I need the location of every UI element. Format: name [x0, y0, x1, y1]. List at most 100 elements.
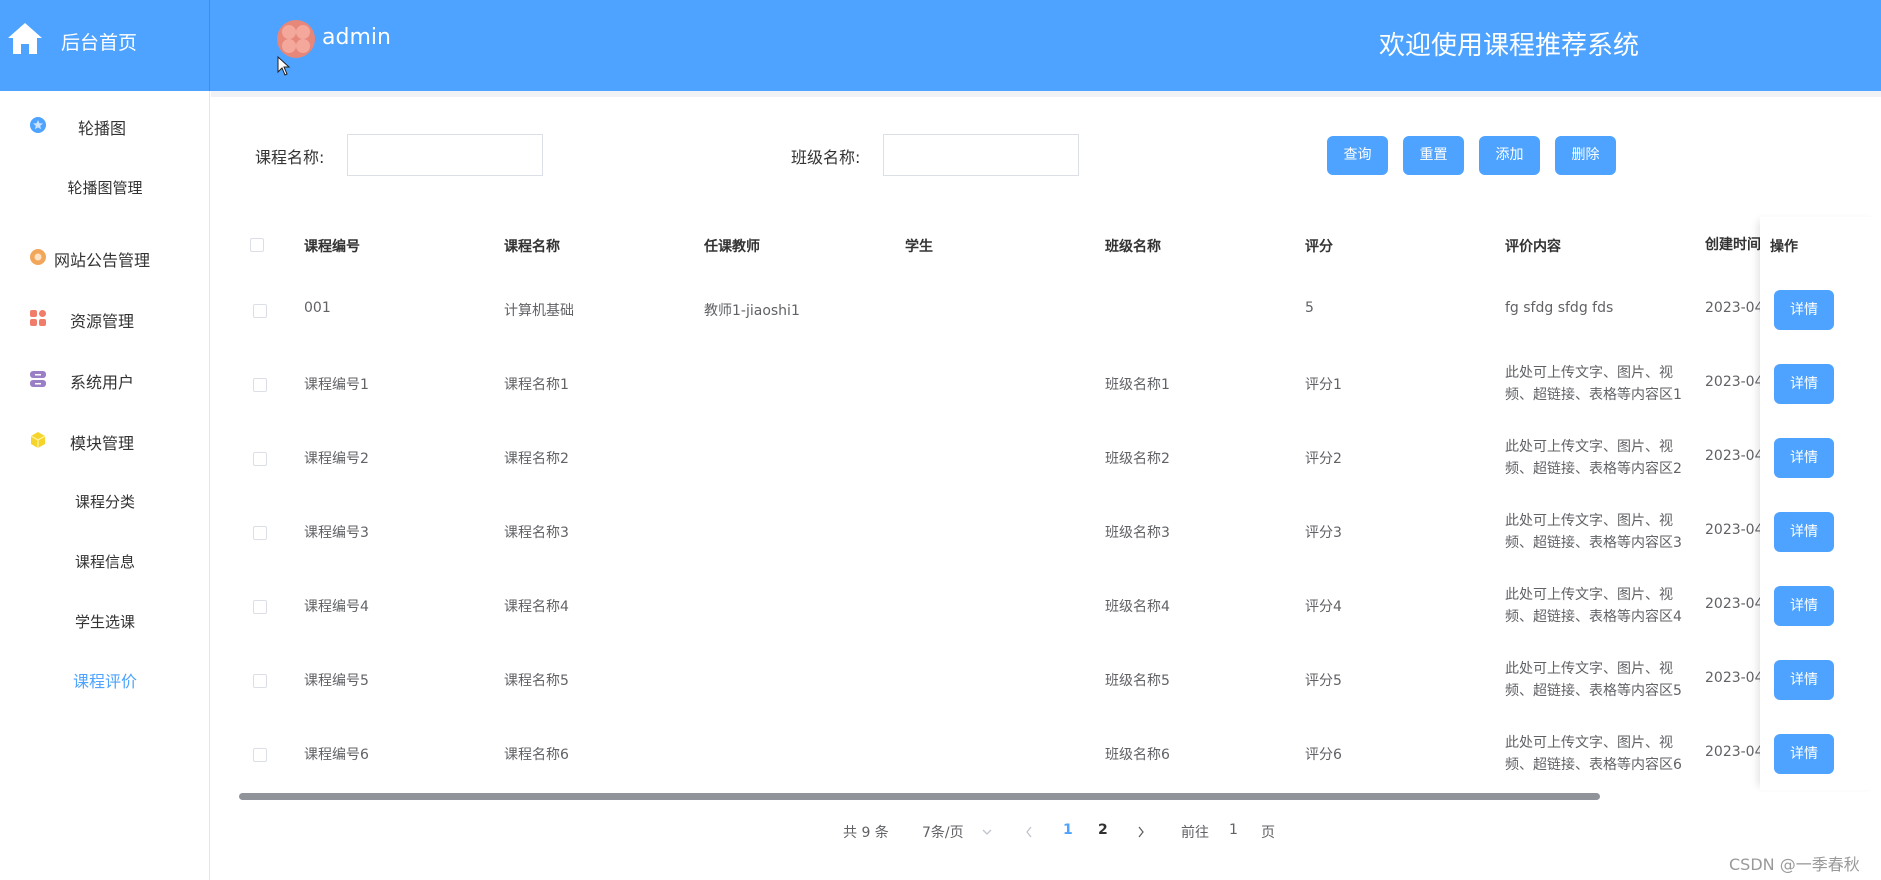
table-cell: 教师1-jiaoshi1: [704, 303, 800, 319]
table-cell: 此处可上传文字、图片、视频、超链接、表格等内容区6: [1505, 735, 1682, 773]
table-row: 课程编号3 课程名称3 班级名称3 评分3 此处可上传文字、图片、视频、超链接、表格等内…: [240, 496, 1760, 570]
sidebar-item-module[interactable]: 模块管理: [0, 420, 210, 460]
table-cell: 5: [1305, 300, 1314, 316]
table-cell: 课程名称6: [504, 747, 569, 763]
table-cell: 2023-04: [1705, 300, 1760, 316]
table-cell: fg sfdg sfdg fds: [1505, 300, 1614, 316]
table-cell: 评分2: [1305, 451, 1342, 467]
detail-button[interactable]: 详情: [1774, 290, 1834, 330]
sidebar-item-label: 资源管理: [70, 312, 135, 331]
table-cell: 课程编号1: [304, 377, 369, 393]
table-cell: 班级名称2: [1105, 451, 1170, 467]
user-name[interactable]: admin: [322, 25, 391, 50]
row-checkbox[interactable]: [253, 748, 267, 762]
table-cell: 课程编号6: [304, 747, 369, 763]
total-count: 共 9 条: [843, 825, 889, 841]
top-header: 后台首页 admin 欢迎使用课程推荐系统: [0, 0, 1881, 91]
detail-button[interactable]: 详情: [1774, 512, 1834, 552]
grid-icon: [30, 310, 46, 326]
delete-button[interactable]: 删除: [1555, 136, 1616, 175]
table-cell: 此处可上传文字、图片、视频、超链接、表格等内容区5: [1505, 661, 1682, 699]
star-badge-icon: [30, 117, 46, 133]
table-cell: 班级名称5: [1105, 673, 1170, 689]
detail-button[interactable]: 详情: [1774, 364, 1834, 404]
sidebar-item-resource[interactable]: 资源管理: [0, 298, 210, 338]
detail-button[interactable]: 详情: [1774, 734, 1834, 774]
table-cell: 课程编号4: [304, 599, 369, 615]
column-header: 任课教师: [704, 239, 760, 255]
table-row: 课程编号2 课程名称2 班级名称2 评分2 此处可上传文字、图片、视频、超链接、表格等内…: [240, 422, 1760, 496]
table-cell: 2023-04: [1705, 522, 1760, 538]
query-button[interactable]: 查询: [1327, 136, 1388, 175]
chevron-down-icon[interactable]: [982, 828, 992, 836]
table-cell: 课程名称3: [504, 525, 569, 541]
reset-button[interactable]: 重置: [1403, 136, 1464, 175]
sidebar-sub-course-evaluate[interactable]: 课程评价: [0, 662, 210, 702]
mouse-cursor-icon: [277, 56, 291, 76]
prev-page-icon[interactable]: [1025, 826, 1033, 838]
sidebar-sub-carousel-manage[interactable]: 轮播图管理: [0, 168, 210, 208]
sidebar-item-label: 轮播图: [78, 119, 127, 138]
add-button[interactable]: 添加: [1479, 136, 1540, 175]
table-cell: 2023-04: [1705, 744, 1760, 760]
table-row: 课程编号1 课程名称1 班级名称1 评分1 此处可上传文字、图片、视频、超链接、表格等内…: [240, 348, 1760, 422]
column-header: 评分: [1305, 239, 1333, 255]
column-header: 评价内容: [1505, 239, 1561, 255]
table-cell: 2023-04: [1705, 448, 1760, 464]
goto-page-input[interactable]: 1: [1229, 822, 1238, 838]
table-cell: 班级名称6: [1105, 747, 1170, 763]
home-label: 后台首页: [61, 32, 138, 54]
class-name-input[interactable]: [883, 134, 1079, 176]
table-cell: 001: [304, 300, 331, 316]
home-link[interactable]: 后台首页: [0, 0, 210, 91]
table-cell: 课程编号3: [304, 525, 369, 541]
table-cell: 2023-04: [1705, 670, 1760, 686]
table-cell: 课程编号5: [304, 673, 369, 689]
row-checkbox[interactable]: [253, 674, 267, 688]
row-checkbox[interactable]: [253, 378, 267, 392]
table-cell: 2023-04: [1705, 374, 1760, 390]
row-checkbox[interactable]: [253, 526, 267, 540]
table-cell: 课程名称1: [504, 377, 569, 393]
goto-suffix: 页: [1261, 825, 1275, 841]
detail-button[interactable]: 详情: [1774, 586, 1834, 626]
table-row: 课程编号5 课程名称5 班级名称5 评分5 此处可上传文字、图片、视频、超链接、表格等内…: [240, 644, 1760, 718]
column-header: 学生: [905, 239, 933, 255]
sidebar-item-carousel[interactable]: 轮播图: [0, 105, 210, 145]
detail-button[interactable]: 详情: [1774, 438, 1834, 478]
table-cell: 课程名称5: [504, 673, 569, 689]
table-row: 课程编号6 课程名称6 班级名称6 评分6 此处可上传文字、图片、视频、超链接、表格等内…: [240, 718, 1760, 792]
course-name-input[interactable]: [347, 134, 543, 176]
table-cell: 此处可上传文字、图片、视频、超链接、表格等内容区4: [1505, 587, 1682, 625]
horizontal-scrollbar[interactable]: [239, 793, 1600, 800]
sidebar-sub-course-select[interactable]: 学生选课: [0, 602, 210, 642]
page-number-2[interactable]: 2: [1098, 822, 1108, 838]
sidebar-sub-course-info[interactable]: 课程信息: [0, 542, 210, 582]
column-header: 创建时间: [1705, 237, 1760, 253]
page-size-select[interactable]: 7条/页: [922, 822, 964, 842]
goto-prefix: 前往: [1181, 825, 1209, 841]
detail-button[interactable]: 详情: [1774, 660, 1834, 700]
sidebar-item-announcement[interactable]: 网站公告管理: [0, 237, 210, 277]
next-page-icon[interactable]: [1137, 826, 1145, 838]
page-number-1[interactable]: 1: [1063, 822, 1073, 838]
column-header: 课程编号: [304, 239, 360, 255]
avatar[interactable]: [277, 20, 315, 58]
table-cell: 课程编号2: [304, 451, 369, 467]
table-row: 课程编号4 课程名称4 班级名称4 评分4 此处可上传文字、图片、视频、超链接、表格等内…: [240, 570, 1760, 644]
row-checkbox[interactable]: [253, 304, 267, 318]
watermark: CSDN @一季春秋: [1729, 855, 1860, 874]
column-header: 课程名称: [504, 239, 560, 255]
course-name-label: 课程名称:: [255, 148, 325, 167]
row-checkbox[interactable]: [253, 600, 267, 614]
sidebar-item-system-user[interactable]: 系统用户: [0, 359, 210, 399]
select-all-checkbox[interactable]: [250, 238, 264, 252]
sidebar-item-label: 网站公告管理: [54, 251, 151, 270]
row-checkbox[interactable]: [253, 452, 267, 466]
table-cell: 评分1: [1305, 377, 1342, 393]
sidebar-sub-course-category[interactable]: 课程分类: [0, 482, 210, 522]
table-cell: 评分4: [1305, 599, 1342, 615]
table-header: 课程编号 课程名称 任课教师 学生 班级名称 评分 评价内容 创建时间: [240, 225, 1881, 265]
table-cell: 此处可上传文字、图片、视频、超链接、表格等内容区1: [1505, 365, 1682, 403]
table-row: 001 计算机基础 教师1-jiaoshi1 5 fg sfdg sfdg fds 202…: [240, 274, 1760, 348]
